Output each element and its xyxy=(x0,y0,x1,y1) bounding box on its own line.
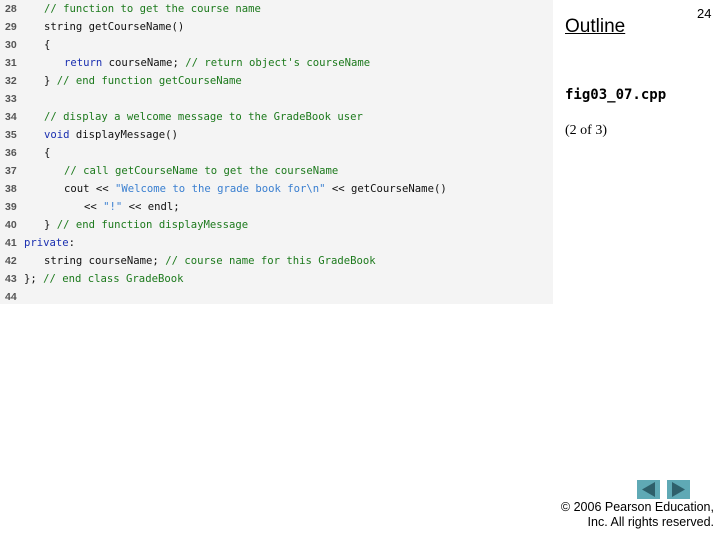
code-token: << xyxy=(84,201,104,213)
code-token: displayMessage() xyxy=(69,129,178,141)
page-number: 24 xyxy=(697,6,712,21)
keyword: return xyxy=(64,57,103,69)
code-text: // call getCourseName to get the courseN… xyxy=(64,162,338,180)
copyright-line-1: © 2006 Pearson Education, xyxy=(560,500,714,514)
code-text: { xyxy=(44,144,50,162)
code-token: { xyxy=(44,147,51,159)
keyword: void xyxy=(44,129,70,141)
code-token: { xyxy=(44,39,51,51)
code-text: // function to get the course name xyxy=(44,0,261,18)
next-slide-button[interactable] xyxy=(667,480,690,499)
comment: // call getCourseName to get the courseN… xyxy=(64,165,339,177)
part-indicator: (2 of 3) xyxy=(565,123,607,138)
comment: // course name for this GradeBook xyxy=(165,255,376,267)
code-text: cout << "Welcome to the grade book for\n… xyxy=(64,180,447,198)
code-text: string getCourseName() xyxy=(44,18,184,36)
line-number: 33 xyxy=(5,93,17,105)
line-number: 35 xyxy=(5,129,17,141)
comment: // end function displayMessage xyxy=(56,219,249,231)
code-token: } xyxy=(44,219,57,231)
line-number: 39 xyxy=(5,201,17,213)
code-token: cout << xyxy=(64,183,116,195)
code-text: string courseName; // course name for th… xyxy=(44,252,376,270)
code-listing: 28 // function to get the course name 29 st… xyxy=(0,0,553,304)
code-token: string getCourseName() xyxy=(44,21,185,33)
line-number: 37 xyxy=(5,165,17,177)
comment: // function to get the course name xyxy=(44,3,261,15)
line-number: 42 xyxy=(5,255,17,267)
code-text: } // end function displayMessage xyxy=(44,216,248,234)
triangle-left-icon xyxy=(642,482,655,497)
copyright: © 2006 Pearson Education, Inc. All right… xyxy=(561,500,714,530)
code-text: void displayMessage() xyxy=(44,126,178,144)
line-number: 43 xyxy=(5,273,17,285)
string-literal: "Welcome to the grade book for\n" xyxy=(115,183,326,195)
line-number: 29 xyxy=(5,21,17,33)
code-token: << getCourseName() xyxy=(325,183,447,195)
code-token: << endl; xyxy=(122,201,180,213)
line-number: 30 xyxy=(5,39,17,51)
code-text: return courseName; // return object's co… xyxy=(64,54,370,72)
code-text: << "!" << endl; xyxy=(84,198,180,216)
line-number: 38 xyxy=(5,183,17,195)
line-number: 31 xyxy=(5,57,17,69)
copyright-line-2: Inc. All rights reserved. xyxy=(587,515,714,529)
comment: // display a welcome message to the Grad… xyxy=(44,111,363,123)
code-text: { xyxy=(44,36,50,54)
triangle-right-icon xyxy=(672,482,685,497)
keyword: private xyxy=(24,237,69,249)
line-number: 41 xyxy=(5,237,17,249)
code-token: string courseName; xyxy=(44,255,166,267)
outline-link[interactable]: Outline xyxy=(565,16,625,38)
code-text: }; // end class GradeBook xyxy=(24,270,183,288)
line-number: 36 xyxy=(5,147,17,159)
line-number: 32 xyxy=(5,75,17,87)
code-token: }; xyxy=(24,273,44,285)
code-text: private: xyxy=(24,234,75,252)
code-text: } // end function getCourseName xyxy=(44,72,242,90)
comment: // return object's courseName xyxy=(185,57,371,69)
line-number: 40 xyxy=(5,219,17,231)
code-token: } xyxy=(44,75,57,87)
line-number: 44 xyxy=(5,291,17,303)
code-token: courseName; xyxy=(102,57,186,69)
code-token: : xyxy=(68,237,76,249)
previous-slide-button[interactable] xyxy=(637,480,660,499)
comment: // end class GradeBook xyxy=(43,273,184,285)
code-text: // display a welcome message to the Grad… xyxy=(44,108,363,126)
file-name: fig03_07.cpp xyxy=(565,87,667,103)
comment: // end function getCourseName xyxy=(56,75,242,87)
line-number: 28 xyxy=(5,3,17,15)
line-number: 34 xyxy=(5,111,17,123)
string-literal: "!" xyxy=(103,201,123,213)
